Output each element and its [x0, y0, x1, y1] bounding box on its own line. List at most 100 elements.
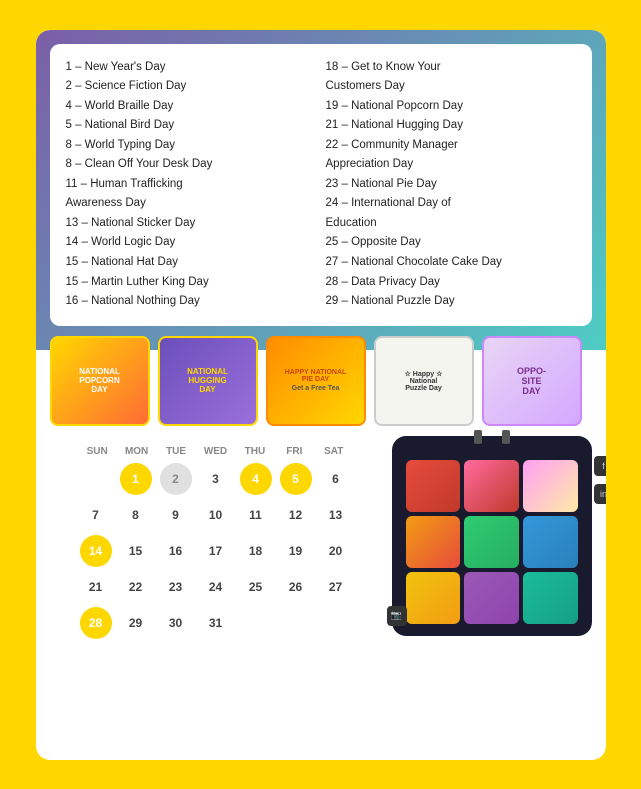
calendar-day[interactable]: 18: [240, 535, 272, 567]
calendar-day[interactable]: 8: [120, 499, 152, 531]
day-item: 4 – World Braille Day: [66, 97, 316, 117]
day-item: 15 – Martin Luther King Day: [66, 273, 316, 293]
calendar-day[interactable]: 6: [320, 463, 352, 495]
calendar-day[interactable]: 30: [160, 607, 192, 639]
linkedin-icon[interactable]: in: [594, 484, 606, 504]
days-list-section: 1 – New Year's Day2 – Science Fiction Da…: [50, 44, 592, 326]
calendar-header-cell: MON: [117, 446, 156, 457]
day-item: Education: [326, 214, 576, 234]
content-wrapper: 1 – New Year's Day2 – Science Fiction Da…: [36, 30, 606, 760]
device-mockup: f in 📷: [392, 436, 592, 636]
calendar-day[interactable]: 9: [160, 499, 192, 531]
calendar-grid: 1234567891011121314151617181920212223242…: [74, 463, 358, 639]
device-cell: [464, 516, 519, 568]
day-item: 19 – National Popcorn Day: [326, 97, 576, 117]
calendar-day[interactable]: 2: [160, 463, 192, 495]
calendar-day[interactable]: 21: [80, 571, 112, 603]
days-column-right: 18 – Get to Know YourCustomers Day19 – N…: [326, 58, 576, 312]
day-item: 5 – National Bird Day: [66, 116, 316, 136]
calendar-header-cell: FRI: [275, 446, 314, 457]
calendar-day[interactable]: 3: [200, 463, 232, 495]
calendar-day[interactable]: 14: [80, 535, 112, 567]
day-item: 24 – International Day of: [326, 194, 576, 214]
calendar-day[interactable]: 22: [120, 571, 152, 603]
calendar-day: [240, 607, 272, 639]
device-cell: [523, 572, 578, 624]
day-item: 15 – National Hat Day: [66, 253, 316, 273]
calendar-day[interactable]: 12: [280, 499, 312, 531]
day-item: 14 – World Logic Day: [66, 233, 316, 253]
day-item: 25 – Opposite Day: [326, 233, 576, 253]
calendar-header-cell: THU: [235, 446, 274, 457]
device-cell: [523, 460, 578, 512]
calendar-day[interactable]: 31: [200, 607, 232, 639]
day-item: 13 – National Sticker Day: [66, 214, 316, 234]
day-item: Appreciation Day: [326, 155, 576, 175]
calendar-day: [320, 607, 352, 639]
days-column-left: 1 – New Year's Day2 – Science Fiction Da…: [66, 58, 316, 312]
calendar-day[interactable]: 28: [80, 607, 112, 639]
puzzle-card: ☆ Happy ☆NationalPuzzle Day: [374, 336, 474, 426]
device-cell: [406, 516, 461, 568]
day-item: 8 – World Typing Day: [66, 136, 316, 156]
day-item: 8 – Clean Off Your Desk Day: [66, 155, 316, 175]
calendar-day[interactable]: 20: [320, 535, 352, 567]
calendar-day[interactable]: 29: [120, 607, 152, 639]
calendar-day[interactable]: 11: [240, 499, 272, 531]
calendar-day[interactable]: 5: [280, 463, 312, 495]
outer-border: 1 – New Year's Day2 – Science Fiction Da…: [26, 20, 616, 770]
day-item: 1 – New Year's Day: [66, 58, 316, 78]
day-item: Awareness Day: [66, 194, 316, 214]
calendar-day[interactable]: 15: [120, 535, 152, 567]
calendar-day[interactable]: 17: [200, 535, 232, 567]
device-tab-right: [502, 430, 510, 444]
hugging-card: NationalHuggingDay: [158, 336, 258, 426]
device-cell: [464, 460, 519, 512]
day-item: 11 – Human Trafficking: [66, 175, 316, 195]
calendar-day: [280, 607, 312, 639]
day-item: 23 – National Pie Day: [326, 175, 576, 195]
device-cell: [406, 572, 461, 624]
calendar-day[interactable]: 4: [240, 463, 272, 495]
day-item: 21 – National Hugging Day: [326, 116, 576, 136]
cards-strip: NATIONALPOPCORNDAY NationalHuggingDay HA…: [36, 326, 606, 436]
calendar-header-cell: SAT: [314, 446, 353, 457]
day-item: 16 – National Nothing Day: [66, 292, 316, 312]
device-cell: [523, 516, 578, 568]
calendar-day[interactable]: 7: [80, 499, 112, 531]
calendar-section: SUNMONTUEWEDTHUFRISAT 123456789101112131…: [64, 436, 368, 744]
calendar-day[interactable]: 27: [320, 571, 352, 603]
device-grid: [400, 444, 584, 628]
calendar-header-cell: SUN: [78, 446, 117, 457]
calendar-day[interactable]: 10: [200, 499, 232, 531]
main-card: 1 – New Year's Day2 – Science Fiction Da…: [36, 30, 606, 760]
day-item: 28 – Data Privacy Day: [326, 273, 576, 293]
device-cell: [406, 460, 461, 512]
device-cell: [464, 572, 519, 624]
day-item: 18 – Get to Know Your: [326, 58, 576, 78]
calendar-day[interactable]: 24: [200, 571, 232, 603]
social-icons-right: f in: [594, 456, 606, 504]
pie-card: HAPPY NATIONALPIE DAY Get a Free Tea: [266, 336, 366, 426]
calendar-day[interactable]: 16: [160, 535, 192, 567]
opposite-card: OPPO-SITEDAY: [482, 336, 582, 426]
day-item: 27 – National Chocolate Cake Day: [326, 253, 576, 273]
facebook-icon[interactable]: f: [594, 456, 606, 476]
calendar-day[interactable]: 13: [320, 499, 352, 531]
device-tab-left: [474, 430, 482, 444]
calendar-day[interactable]: 19: [280, 535, 312, 567]
calendar-day[interactable]: 23: [160, 571, 192, 603]
calendar-day[interactable]: 1: [120, 463, 152, 495]
device-screen: [400, 444, 584, 628]
day-item: 2 – Science Fiction Day: [66, 77, 316, 97]
calendar-day[interactable]: 26: [280, 571, 312, 603]
popcorn-card: NATIONALPOPCORNDAY: [50, 336, 150, 426]
instagram-icon[interactable]: 📷: [387, 606, 407, 626]
day-item: Customers Day: [326, 77, 576, 97]
calendar-header-cell: WED: [196, 446, 235, 457]
device-top-bar: [474, 430, 510, 444]
calendar-day[interactable]: 25: [240, 571, 272, 603]
calendar-day: [80, 463, 112, 495]
calendar-header-cell: TUE: [156, 446, 195, 457]
day-item: 29 – National Puzzle Day: [326, 292, 576, 312]
